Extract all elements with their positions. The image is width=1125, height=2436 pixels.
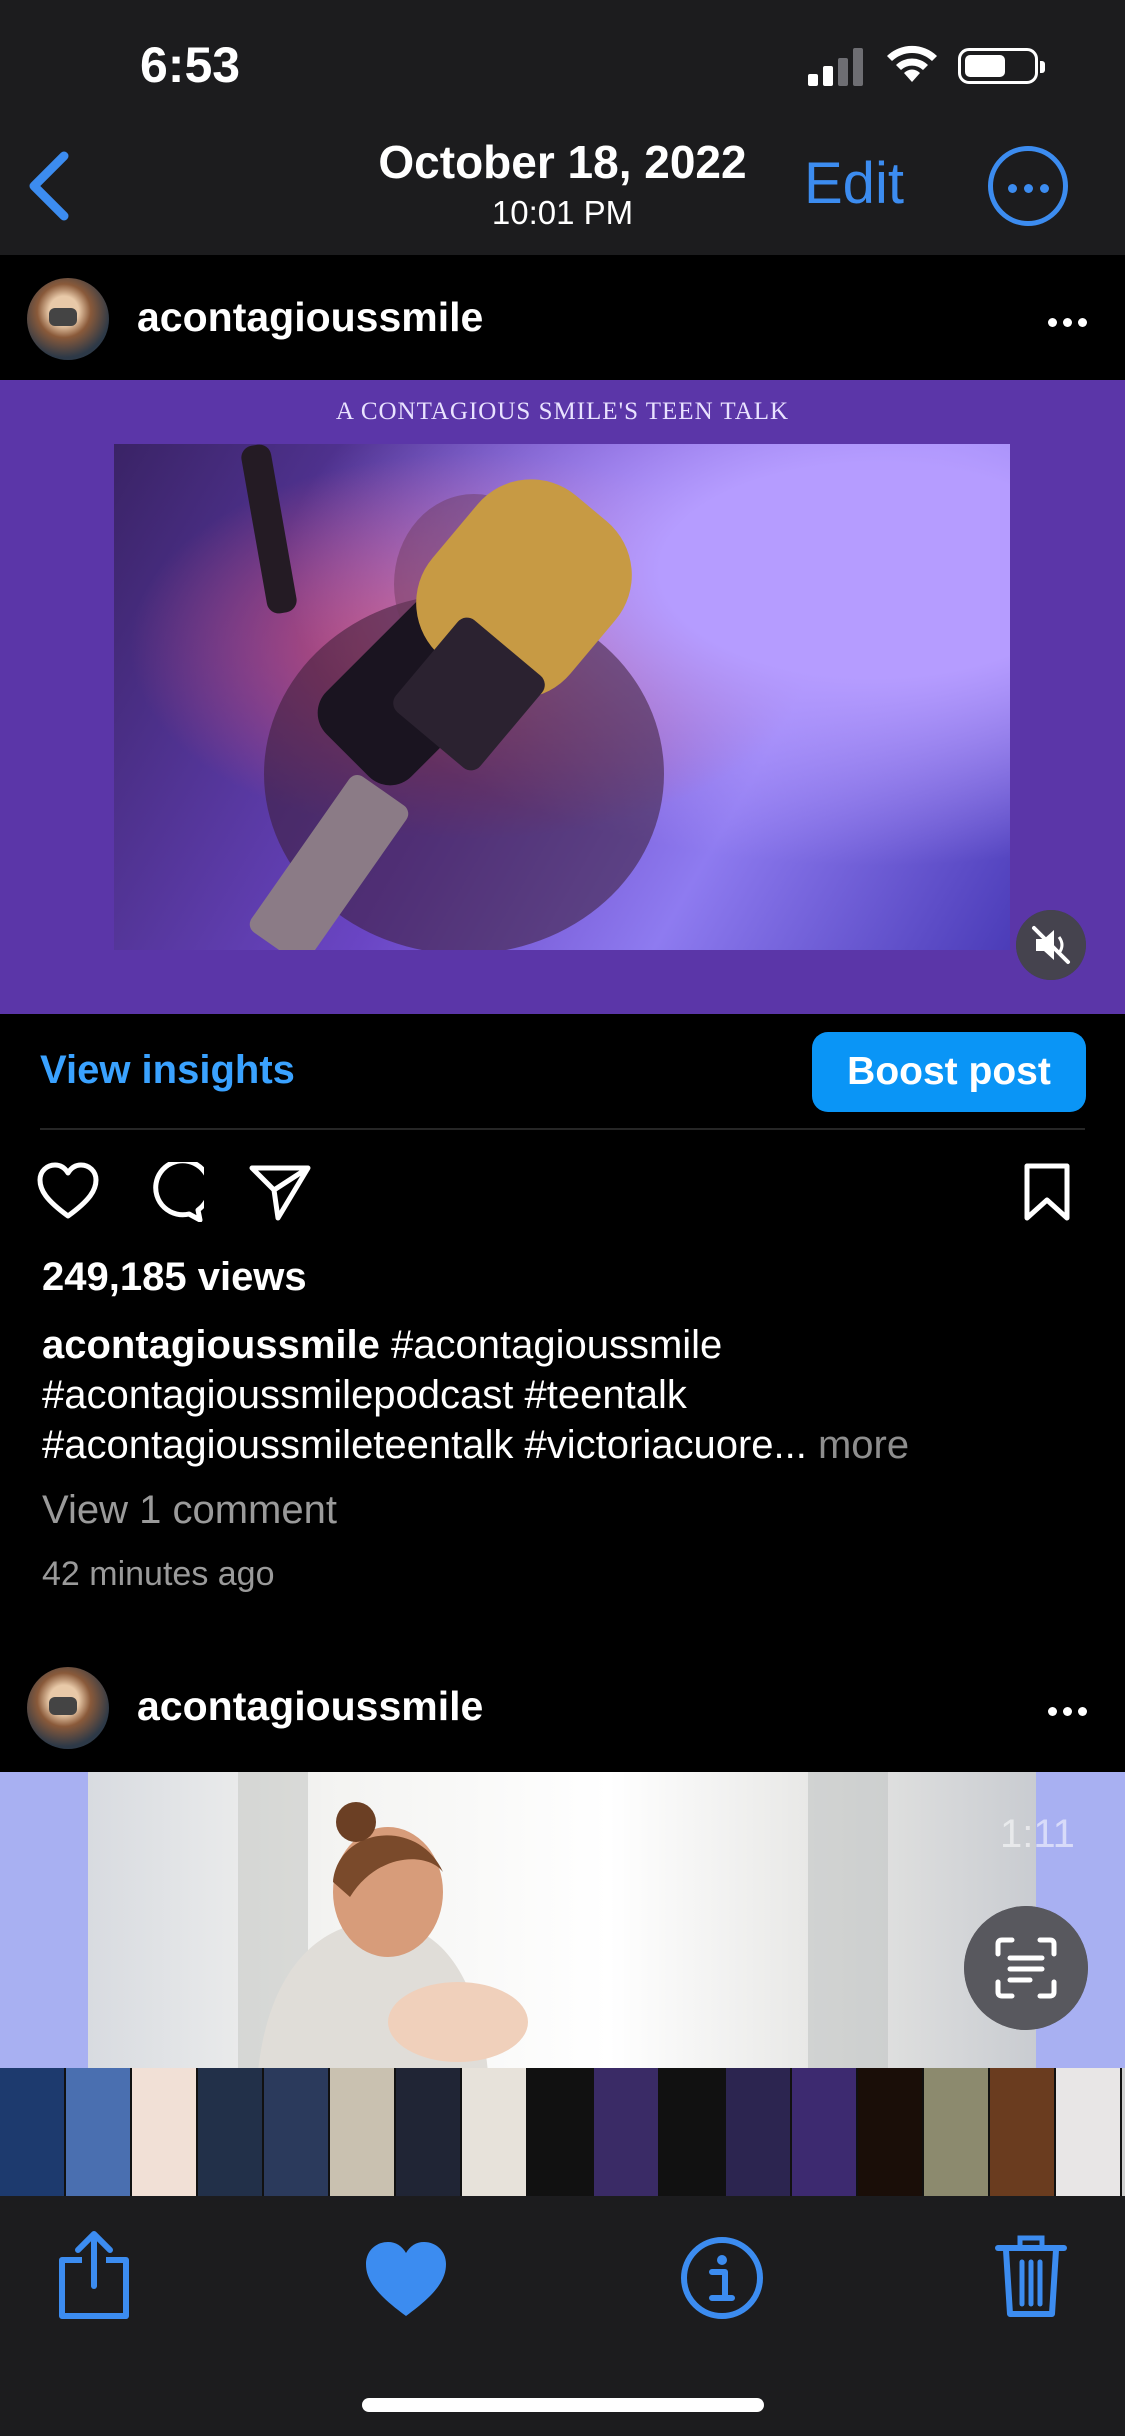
photo-thumbnail[interactable] bbox=[0, 2068, 64, 2196]
photo-thumbnail[interactable] bbox=[396, 2068, 460, 2196]
post-header: acontagioussmile bbox=[0, 256, 1125, 380]
save-bookmark-icon[interactable] bbox=[1022, 1162, 1072, 1222]
mute-icon[interactable] bbox=[1016, 910, 1086, 980]
battery-icon bbox=[958, 48, 1045, 84]
share-send-icon[interactable] bbox=[248, 1162, 312, 1222]
caption-hashtags[interactable]: #acontagioussmile bbox=[380, 1323, 722, 1367]
post-caption: acontagioussmile #acontagioussmile #acon… bbox=[42, 1320, 1082, 1470]
boost-post-button[interactable]: Boost post bbox=[812, 1032, 1086, 1112]
photo-thumbnail[interactable] bbox=[924, 2068, 988, 2196]
photo-thumbnail[interactable] bbox=[528, 2068, 592, 2196]
photo-thumbnail[interactable] bbox=[990, 2068, 1054, 2196]
photo-time: 10:01 PM bbox=[491, 194, 634, 231]
wifi-icon bbox=[887, 45, 937, 82]
photo-thumbnail[interactable] bbox=[726, 2068, 790, 2196]
avatar[interactable] bbox=[27, 278, 109, 360]
caption-username[interactable]: acontagioussmile bbox=[42, 1323, 380, 1367]
post-more-icon[interactable] bbox=[1042, 314, 1087, 332]
post-timestamp: 42 minutes ago bbox=[42, 1555, 275, 1593]
view-count: 249,185 views bbox=[42, 1255, 307, 1299]
mother-baby-image bbox=[88, 1772, 1036, 2072]
photo-date: October 18, 2022 bbox=[378, 136, 747, 188]
post-username[interactable]: acontagioussmile bbox=[137, 1683, 483, 1730]
caption-more-link[interactable]: more bbox=[807, 1423, 909, 1467]
home-indicator[interactable] bbox=[362, 2398, 764, 2412]
view-insights-link[interactable]: View insights bbox=[40, 1048, 295, 1093]
photo-thumbnail-strip[interactable] bbox=[0, 2068, 1125, 2196]
photo-thumbnail[interactable] bbox=[660, 2068, 724, 2196]
status-time: 6:53 bbox=[140, 37, 241, 93]
photo-thumbnail[interactable] bbox=[792, 2068, 856, 2196]
photo-thumbnail[interactable] bbox=[66, 2068, 130, 2196]
avatar[interactable] bbox=[27, 1667, 109, 1749]
caption-hashtags[interactable]: #acontagioussmilepodcast #teentalk bbox=[42, 1370, 1082, 1420]
post-more-icon[interactable] bbox=[1042, 1703, 1087, 1721]
favorite-heart-icon[interactable] bbox=[363, 2240, 449, 2318]
photo-thumbnail[interactable] bbox=[1056, 2068, 1120, 2196]
info-icon[interactable] bbox=[680, 2236, 764, 2320]
live-text-icon[interactable] bbox=[964, 1906, 1088, 2030]
microphone-image bbox=[114, 444, 1010, 950]
media-title: A CONTAGIOUS SMILE'S TEEN TALK bbox=[335, 398, 790, 425]
more-options-button[interactable] bbox=[988, 146, 1068, 226]
cellular-signal-icon bbox=[808, 48, 863, 86]
back-chevron-icon[interactable] bbox=[26, 150, 72, 222]
share-icon[interactable] bbox=[56, 2230, 132, 2320]
view-comments-link[interactable]: View 1 comment bbox=[42, 1488, 337, 1533]
photo-thumbnail[interactable] bbox=[132, 2068, 196, 2196]
divider bbox=[40, 1128, 1085, 1130]
photo-thumbnail[interactable] bbox=[462, 2068, 526, 2196]
video-duration: 1:11 bbox=[1000, 1812, 1075, 1856]
edit-button[interactable]: Edit bbox=[804, 150, 904, 217]
comment-icon[interactable] bbox=[142, 1162, 204, 1222]
trash-icon[interactable] bbox=[994, 2232, 1068, 2320]
photo-thumbnail[interactable] bbox=[594, 2068, 658, 2196]
like-heart-icon[interactable] bbox=[36, 1162, 100, 1220]
photo-thumbnail[interactable] bbox=[330, 2068, 394, 2196]
photo-thumbnail[interactable] bbox=[264, 2068, 328, 2196]
caption-hashtags[interactable]: #acontagioussmileteentalk #victoriacuore… bbox=[42, 1423, 807, 1467]
photo-thumbnail[interactable] bbox=[198, 2068, 262, 2196]
post-header: acontagioussmile bbox=[0, 1645, 1125, 1769]
photo-thumbnail[interactable] bbox=[858, 2068, 922, 2196]
post-username[interactable]: acontagioussmile bbox=[137, 294, 483, 341]
